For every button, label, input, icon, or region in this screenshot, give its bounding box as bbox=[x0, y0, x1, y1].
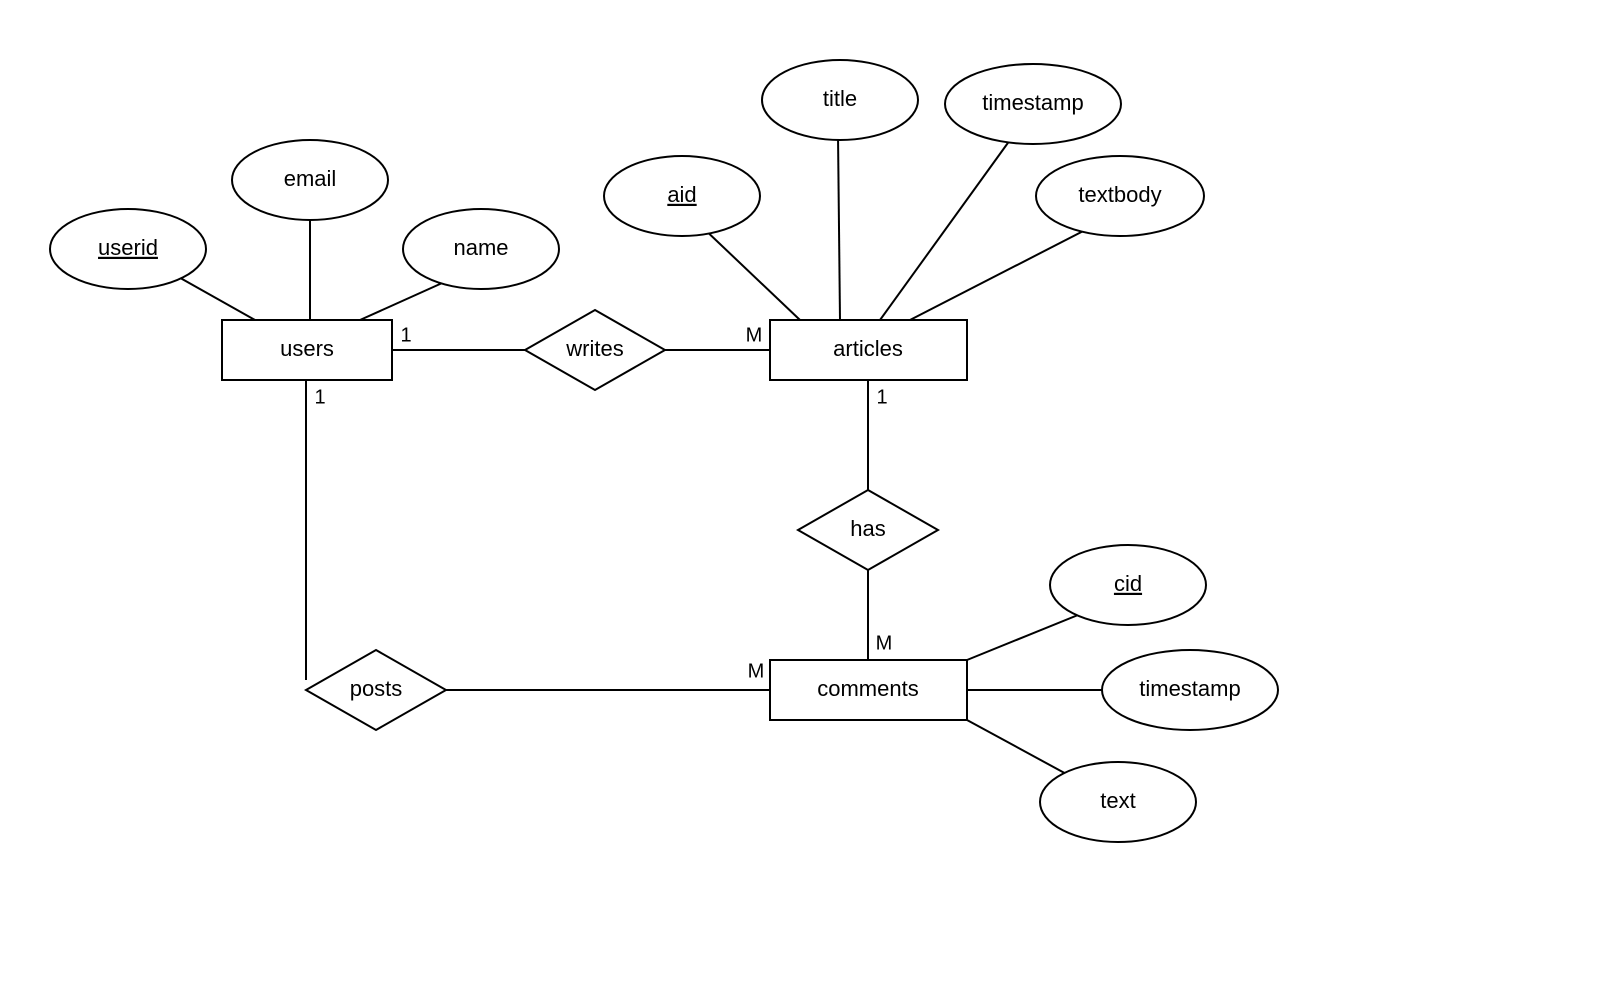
attr-title: title bbox=[762, 60, 918, 140]
attr-userid: userid bbox=[50, 209, 206, 289]
card-articles-has: 1 bbox=[876, 386, 887, 408]
attr-name: name bbox=[403, 209, 559, 289]
card-comments-has: M bbox=[876, 632, 893, 654]
edge-articles-title bbox=[838, 135, 840, 320]
entity-articles: articles bbox=[770, 320, 967, 380]
attr-comments-timestamp: timestamp bbox=[1102, 650, 1278, 730]
svg-text:name: name bbox=[453, 235, 508, 260]
edge-users-userid bbox=[175, 275, 255, 320]
svg-text:userid: userid bbox=[98, 235, 158, 260]
svg-text:text: text bbox=[1100, 788, 1135, 813]
svg-text:articles: articles bbox=[833, 336, 903, 361]
rel-writes: writes bbox=[525, 310, 665, 390]
edge-articles-timestamp bbox=[880, 140, 1010, 320]
card-users-posts: 1 bbox=[314, 386, 325, 408]
edge-articles-aid bbox=[700, 225, 800, 320]
attr-textbody: textbody bbox=[1036, 156, 1204, 236]
svg-text:users: users bbox=[280, 336, 334, 361]
card-users-writes: 1 bbox=[400, 324, 411, 346]
svg-text:textbody: textbody bbox=[1078, 182, 1161, 207]
attr-cid: cid bbox=[1050, 545, 1206, 625]
svg-text:writes: writes bbox=[565, 336, 623, 361]
attr-aid: aid bbox=[604, 156, 760, 236]
card-comments-posts: M bbox=[748, 660, 765, 682]
svg-text:cid: cid bbox=[1114, 571, 1142, 596]
svg-text:comments: comments bbox=[817, 676, 918, 701]
attr-text: text bbox=[1040, 762, 1196, 842]
card-articles-writes: M bbox=[746, 324, 763, 346]
svg-text:aid: aid bbox=[667, 182, 696, 207]
rel-has: has bbox=[798, 490, 938, 570]
svg-text:email: email bbox=[284, 166, 337, 191]
svg-text:title: title bbox=[823, 86, 857, 111]
er-diagram: userid email name aid title timestamp te… bbox=[0, 0, 1600, 994]
rel-posts: posts bbox=[306, 650, 446, 730]
svg-text:timestamp: timestamp bbox=[982, 90, 1083, 115]
svg-text:timestamp: timestamp bbox=[1139, 676, 1240, 701]
entity-comments: comments bbox=[770, 660, 967, 720]
svg-text:posts: posts bbox=[350, 676, 403, 701]
attr-articles-timestamp: timestamp bbox=[945, 64, 1121, 144]
entity-users: users bbox=[222, 320, 392, 380]
svg-text:has: has bbox=[850, 516, 885, 541]
attr-email: email bbox=[232, 140, 388, 220]
